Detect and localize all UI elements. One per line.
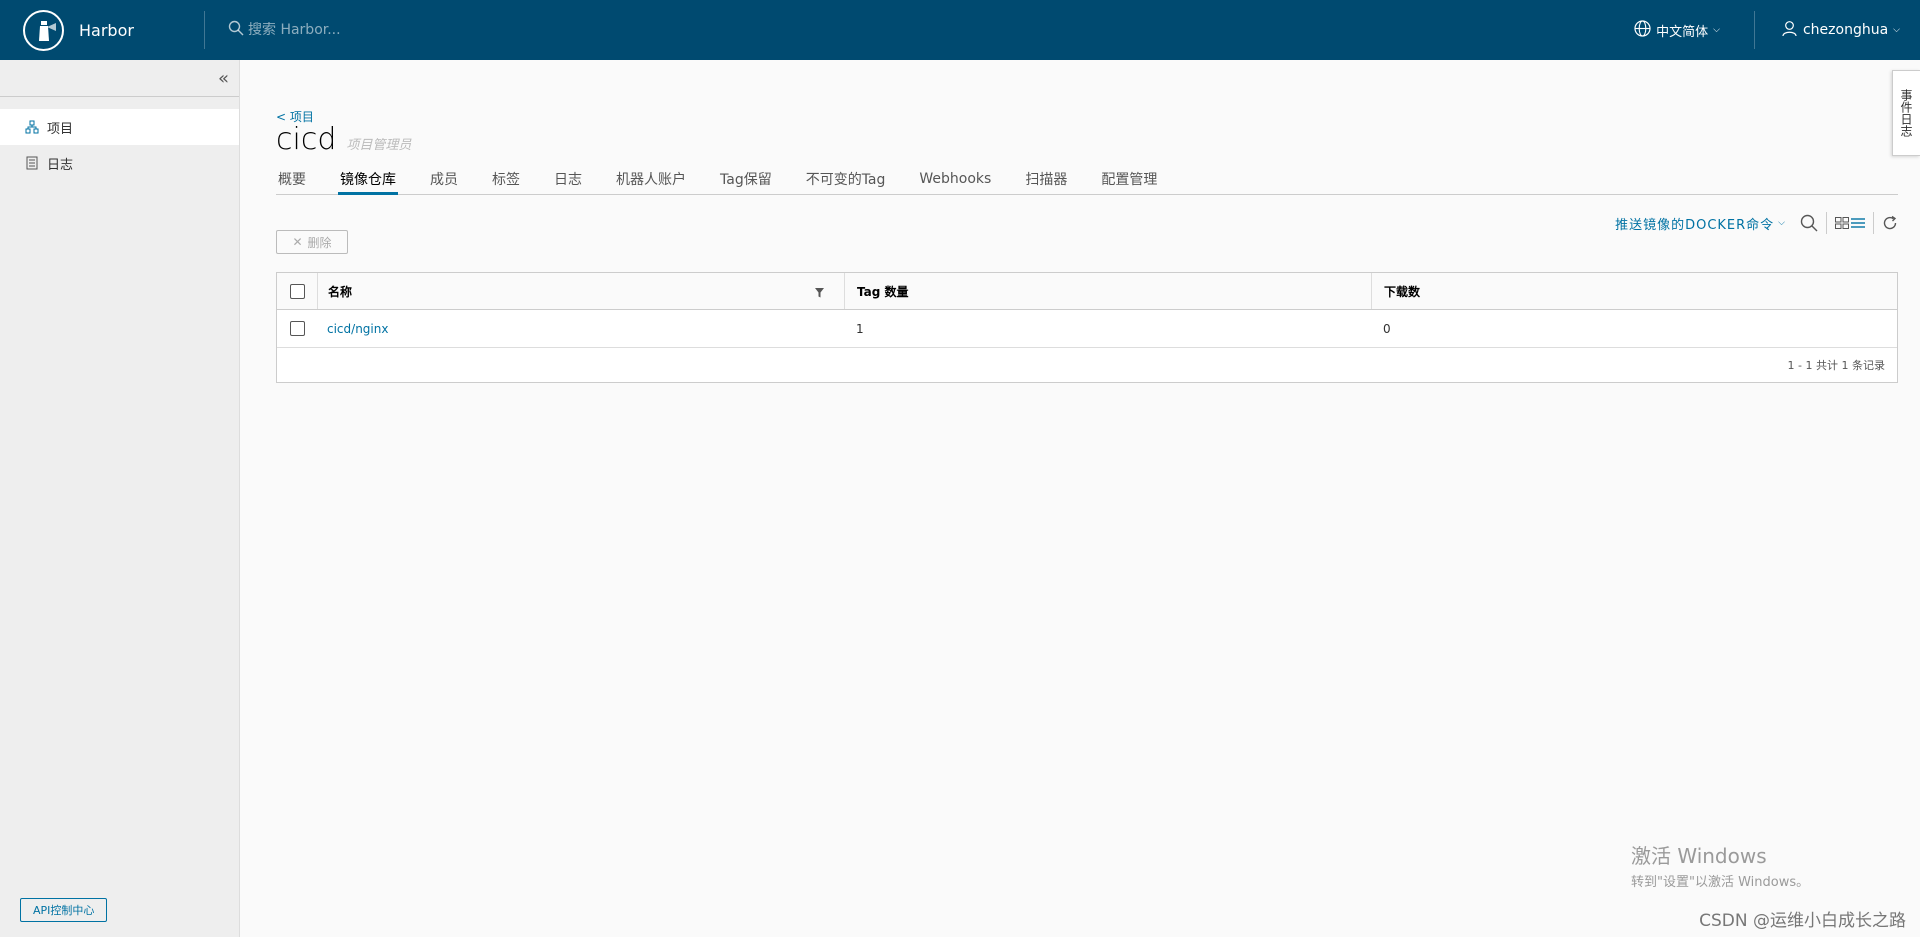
user-menu[interactable]: chezonghua ⌵: [1755, 0, 1920, 60]
sidebar-item-label: 日志: [47, 157, 74, 173]
push-command-label: 推送镜像的DOCKER命令: [1615, 217, 1775, 233]
tab-logs[interactable]: 日志: [552, 162, 584, 195]
username: chezonghua: [1802, 22, 1889, 38]
top-header: Harbor 中文简体 ⌵ chezonghua ⌵: [0, 0, 1920, 60]
watermark-title: 激活 Windows: [1631, 844, 1767, 868]
tab-summary[interactable]: 概要: [276, 162, 308, 195]
tab-labels[interactable]: 标签: [490, 162, 522, 195]
brand-name: Harbor: [79, 20, 134, 40]
csdn-credit: CSDN @运维小白成长之路: [1699, 911, 1906, 931]
event-log-tab[interactable]: 事件日志: [1892, 70, 1920, 156]
refresh-icon[interactable]: [1882, 215, 1898, 231]
tab-immutable-tags[interactable]: 不可变的Tag: [804, 162, 888, 195]
projects-icon: [25, 120, 41, 134]
tab-configuration[interactable]: 配置管理: [1099, 162, 1159, 195]
filter-icon[interactable]: [815, 287, 824, 301]
table-row: cicd/nginx 1 0: [277, 310, 1897, 348]
search-icon: [228, 20, 244, 40]
close-icon: ✕: [292, 235, 303, 249]
sidebar-item-label: 项目: [47, 121, 74, 137]
collapse-sidebar-button[interactable]: «: [0, 60, 239, 97]
repositories-table: 名称 Tag 数量 下载数 cicd/nginx 1 0 1 - 1 共计 1 …: [276, 272, 1898, 383]
global-search[interactable]: [228, 0, 628, 60]
grid-toolbar: 推送镜像的DOCKER命令 ⌵: [1615, 212, 1898, 234]
role-label: 项目管理员: [346, 138, 412, 153]
toolbar-divider: [1826, 212, 1827, 234]
push-command-dropdown[interactable]: 推送镜像的DOCKER命令 ⌵: [1615, 214, 1786, 233]
tab-webhooks[interactable]: Webhooks: [917, 162, 993, 195]
row-checkbox[interactable]: [289, 321, 305, 336]
api-explorer-button[interactable]: API控制中心: [20, 898, 108, 922]
tab-tag-retention[interactable]: Tag保留: [718, 162, 774, 195]
chevron-down-icon: ⌵: [1713, 25, 1720, 35]
harbor-logo-icon: [23, 9, 64, 51]
list-view-icon[interactable]: [1851, 217, 1865, 229]
column-header-tags[interactable]: Tag 数量: [857, 283, 909, 300]
tab-members[interactable]: 成员: [428, 162, 460, 195]
card-view-icon[interactable]: [1835, 217, 1849, 229]
column-header-name[interactable]: 名称: [328, 283, 352, 300]
chevron-down-icon: ⌵: [1778, 218, 1786, 228]
delete-label: 删除: [307, 235, 332, 250]
sidebar-item-logs[interactable]: 日志: [0, 145, 239, 181]
project-tabs: 概要 镜像仓库 成员 标签 日志 机器人账户 Tag保留 不可变的Tag Web…: [276, 162, 1898, 195]
select-all-checkbox[interactable]: [289, 283, 305, 299]
language-selector[interactable]: 中文简体 ⌵: [1634, 0, 1754, 60]
watermark-subtitle: 转到"设置"以激活 Windows。: [1631, 875, 1810, 890]
repository-link[interactable]: cicd/nginx: [327, 322, 388, 336]
globe-icon: [1634, 19, 1651, 41]
column-header-pulls[interactable]: 下载数: [1384, 283, 1420, 300]
main-content: < 项目 cicd 项目管理员 概要 镜像仓库 成员 标签 日志 机器人账户 T…: [240, 60, 1920, 937]
tab-robot-accounts[interactable]: 机器人账户: [614, 162, 688, 195]
double-chevron-left-icon: «: [217, 67, 229, 89]
brand[interactable]: Harbor: [0, 0, 204, 60]
page-title: cicd: [276, 122, 337, 157]
tag-count: 1: [856, 321, 864, 336]
tab-scanners[interactable]: 扫描器: [1023, 162, 1069, 195]
pull-count: 0: [1383, 321, 1391, 336]
search-input[interactable]: [248, 22, 548, 38]
search-icon[interactable]: [1800, 214, 1818, 232]
sidebar-item-projects[interactable]: 项目: [0, 109, 239, 145]
pagination-summary: 1 - 1 共计 1 条记录: [1787, 359, 1885, 372]
language-label: 中文简体: [1656, 24, 1709, 40]
windows-activation-watermark: 激活 Windows 转到"设置"以激活 Windows。: [1631, 840, 1809, 890]
toolbar-divider: [1873, 212, 1874, 234]
chevron-down-icon: ⌵: [1893, 25, 1900, 35]
user-icon: [1781, 20, 1798, 41]
delete-button[interactable]: ✕ 删除: [276, 230, 348, 254]
header-divider: [204, 11, 205, 49]
logs-icon: [25, 156, 41, 170]
table-footer: 1 - 1 共计 1 条记录: [277, 348, 1897, 382]
sidebar: « 项目 日志 API控制中心: [0, 60, 240, 937]
tab-repositories[interactable]: 镜像仓库: [338, 162, 398, 195]
table-header: 名称 Tag 数量 下载数: [277, 273, 1897, 310]
